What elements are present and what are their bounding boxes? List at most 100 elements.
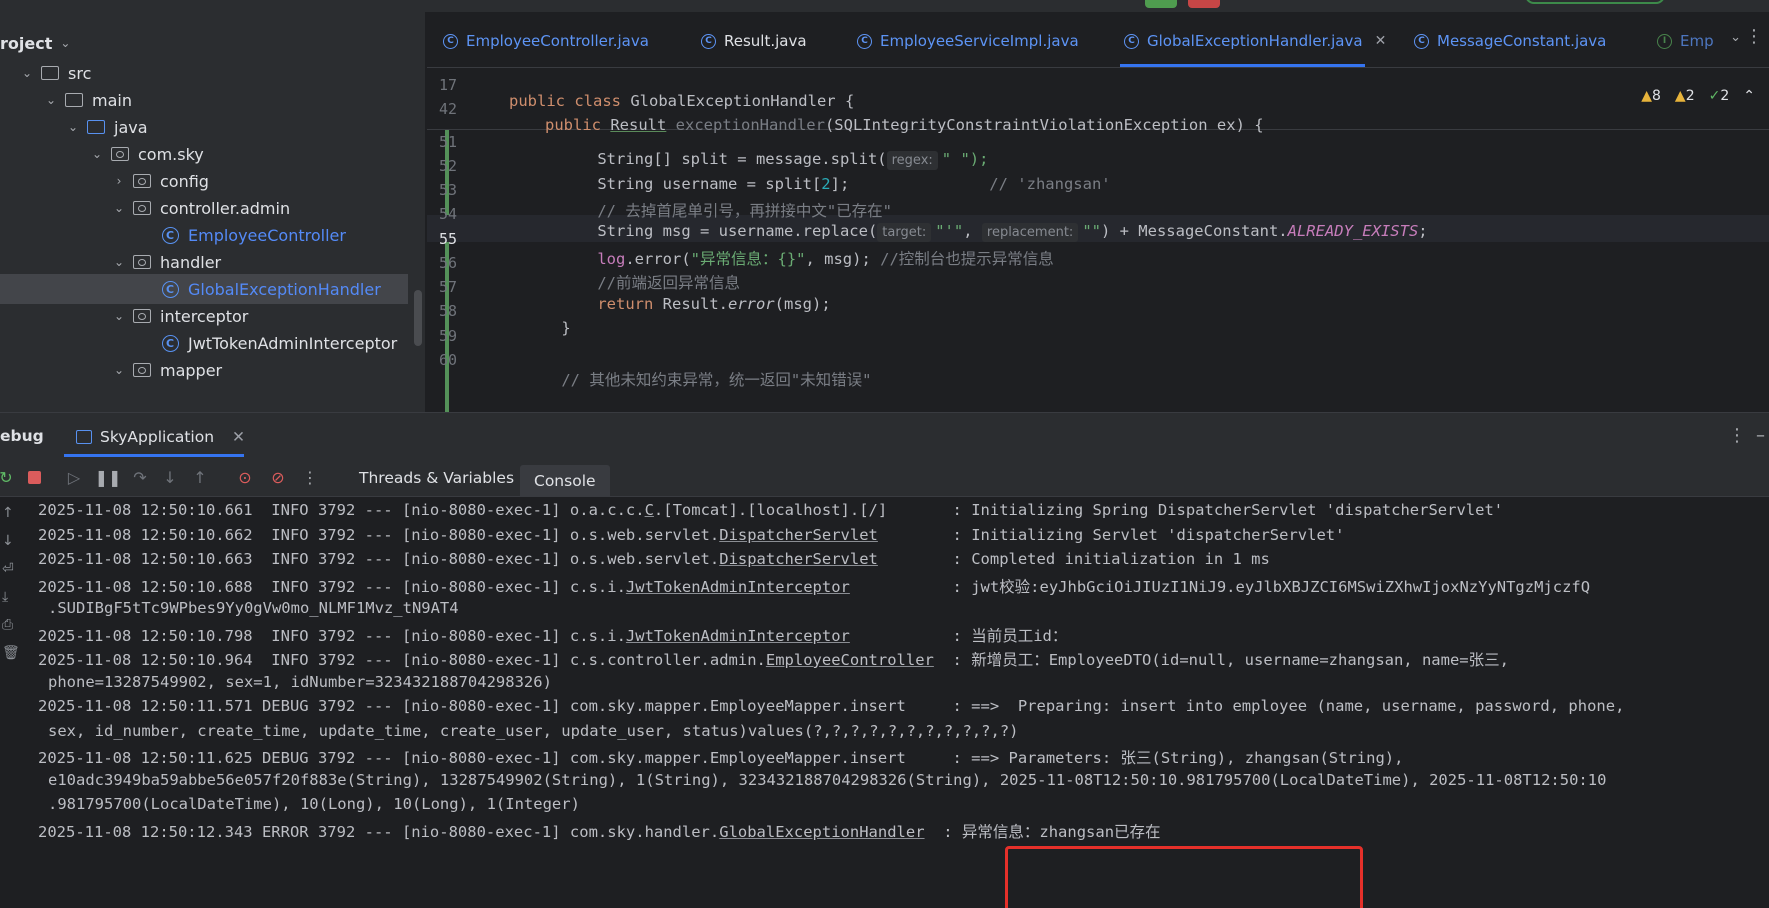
resume-icon[interactable]: ▷ (64, 467, 84, 487)
run-button[interactable] (1145, 0, 1177, 8)
code-line-57[interactable]: return Result.error(msg); (560, 277, 830, 331)
step-into-icon[interactable]: ↓ (160, 467, 180, 487)
close-icon[interactable]: ✕ (1375, 33, 1387, 49)
mute-breakpoints-icon[interactable]: ⊘ (268, 467, 288, 487)
tree-item-jwt-interceptor[interactable]: C JwtTokenAdminInterceptor (0, 328, 420, 358)
count: 8 (1651, 88, 1661, 104)
chevron-down-icon[interactable]: ⌄ (18, 66, 36, 80)
tree-item-label: mapper (160, 360, 223, 380)
view-breakpoints-icon[interactable]: ⊙ (235, 467, 255, 487)
console-line: 2025-11-08 12:50:10.798 INFO 3792 --- [n… (38, 627, 1068, 645)
console-output[interactable]: 2025-11-08 12:50:10.661 INFO 3792 --- [n… (38, 501, 1769, 908)
warning-count[interactable]: ▲8 (1641, 88, 1661, 104)
tree-item-controller-admin[interactable]: ⌄ controller.admin (0, 193, 420, 223)
rerun-icon[interactable]: ↻ (0, 467, 16, 487)
chevron-up-icon[interactable]: ⌃ (1743, 88, 1755, 104)
line-number: 56 (438, 254, 457, 272)
tree-item-label: handler (160, 252, 222, 272)
package-icon (132, 308, 152, 324)
class-icon: C (857, 33, 872, 49)
tab-message-constant[interactable]: C MessageConstant.java (1414, 28, 1606, 54)
tab-label: Result.java (724, 32, 807, 50)
tree-item-global-exception-handler[interactable]: C GlobalExceptionHandler (0, 274, 408, 304)
code-line-60[interactable]: // 其他未知约束异常，统一返回"未知错误" (524, 350, 872, 408)
line-number: 60 (438, 351, 457, 369)
chevron-down-icon[interactable]: ⌄ (110, 201, 128, 215)
folder-icon (64, 92, 84, 108)
tab-employee-service-impl[interactable]: C EmployeeServiceImpl.java (857, 28, 1079, 54)
weak-warning-count[interactable]: ▲2 (1675, 88, 1695, 104)
chevron-right-icon[interactable]: › (110, 174, 128, 188)
chevron-down-icon[interactable]: ⌄ (42, 93, 60, 107)
stop-icon[interactable] (24, 467, 44, 487)
console-line: 2025-11-08 12:50:10.663 INFO 3792 --- [n… (38, 550, 1270, 568)
tab-global-exception-handler[interactable]: C GlobalExceptionHandler.java ✕ (1124, 28, 1386, 54)
tab-result[interactable]: C Result.java (701, 28, 807, 54)
pause-icon[interactable]: ❚❚ (95, 467, 122, 487)
tab-employee-controller[interactable]: C EmployeeController.java (443, 28, 649, 54)
tree-item-mapper[interactable]: ⌄ mapper (0, 355, 420, 385)
chevron-down-icon[interactable]: ⌄ (110, 363, 128, 377)
chevron-down-icon[interactable]: ⌄ (1730, 30, 1741, 45)
tree-item-label: controller.admin (160, 198, 291, 218)
tab-console[interactable]: Console (520, 465, 610, 497)
scrollbar-thumb[interactable] (414, 290, 422, 346)
console-line-continuation: sex, id_number, create_time, update_time… (48, 722, 1019, 740)
warning-icon: ▲ (1674, 88, 1686, 104)
step-over-icon[interactable]: ↷ (130, 467, 150, 487)
ok-count[interactable]: ✓2 (1709, 88, 1730, 104)
trash-icon[interactable]: 🗑 (2, 645, 20, 661)
tab-label: GlobalExceptionHandler.java (1147, 32, 1363, 50)
tree-item-employee-controller[interactable]: C EmployeeController (0, 220, 420, 250)
debug-tool-window: ebug SkyApplication ✕ ⋮ – ↻ ▷ ❚❚ ↷ ↓ ↑ ⊙… (0, 412, 1769, 908)
line-number: 52 (438, 157, 457, 175)
code-line-58[interactable]: } (524, 301, 570, 355)
code-comment: // 'zhangsan' (989, 175, 1111, 193)
more-options-icon[interactable]: ⋮ (300, 467, 320, 487)
scroll-up-icon[interactable]: ↑ (2, 505, 14, 521)
step-out-icon[interactable]: ↑ (190, 467, 210, 487)
tree-item-src[interactable]: ⌄ src (0, 58, 420, 88)
tree-item-label: config (160, 171, 209, 191)
class-icon: C (1124, 33, 1139, 49)
chevron-down-icon[interactable]: ⌄ (110, 309, 128, 323)
tree-item-java[interactable]: ⌄ java (0, 112, 420, 142)
code-comment: // 其他未知约束异常，统一返回"未知错误" (561, 371, 872, 389)
print-icon[interactable]: ⎙ (2, 617, 13, 633)
tab-emp[interactable]: I Emp (1657, 28, 1714, 54)
scroll-down-icon[interactable]: ↓ (2, 533, 14, 549)
tree-item-handler[interactable]: ⌄ handler (0, 247, 420, 277)
chevron-down-icon[interactable]: ⌄ (88, 147, 106, 161)
chevron-down-icon[interactable]: ⌄ (64, 120, 82, 134)
toolbar-widget[interactable] (1525, 0, 1665, 4)
more-tabs-icon[interactable]: ⋮ (1745, 26, 1763, 47)
check-icon: ✓ (1708, 88, 1721, 104)
tree-item-interceptor[interactable]: ⌄ interceptor (0, 301, 420, 331)
close-icon[interactable]: ✕ (232, 428, 245, 446)
stop-button[interactable] (1188, 0, 1220, 8)
console-line: 2025-11-08 12:50:10.964 INFO 3792 --- [n… (38, 651, 1509, 669)
tree-item-label: EmployeeController (188, 225, 346, 245)
scroll-to-end-icon[interactable]: ⤓ (2, 589, 8, 605)
tree-item-com-sky[interactable]: ⌄ com.sky (0, 139, 420, 169)
code-editor[interactable]: C EmployeeController.java C Result.java … (427, 12, 1769, 412)
tree-item-main[interactable]: ⌄ main (0, 85, 420, 115)
sticky-line-method: public Result exceptionHandler(SQLIntegr… (545, 116, 1264, 134)
chevron-down-icon[interactable]: ⌄ (60, 36, 70, 50)
line-number: 42 (438, 100, 457, 118)
tree-item-config[interactable]: › config (0, 166, 420, 196)
source-folder-icon (86, 119, 106, 135)
minimize-icon[interactable]: – (1756, 425, 1765, 446)
count: 2 (1685, 88, 1695, 104)
tab-sky-application[interactable]: SkyApplication ✕ (76, 423, 245, 451)
more-options-icon[interactable]: ⋮ (1728, 425, 1746, 446)
console-line: 2025-11-08 12:50:11.625 DEBUG 3792 --- [… (38, 749, 1404, 767)
tab-threads-variables[interactable]: Threads & Variables (359, 465, 514, 491)
inspection-widget[interactable]: ▲8 ▲2 ✓2 ⌃ (1641, 88, 1755, 104)
tree-item-label: src (68, 63, 92, 83)
chevron-down-icon[interactable]: ⌄ (110, 255, 128, 269)
code-text: Result. (653, 295, 728, 313)
soft-wrap-icon[interactable]: ⏎ (2, 561, 14, 577)
line-number: 59 (438, 327, 457, 345)
project-header[interactable]: roject ⌄ (0, 30, 70, 56)
